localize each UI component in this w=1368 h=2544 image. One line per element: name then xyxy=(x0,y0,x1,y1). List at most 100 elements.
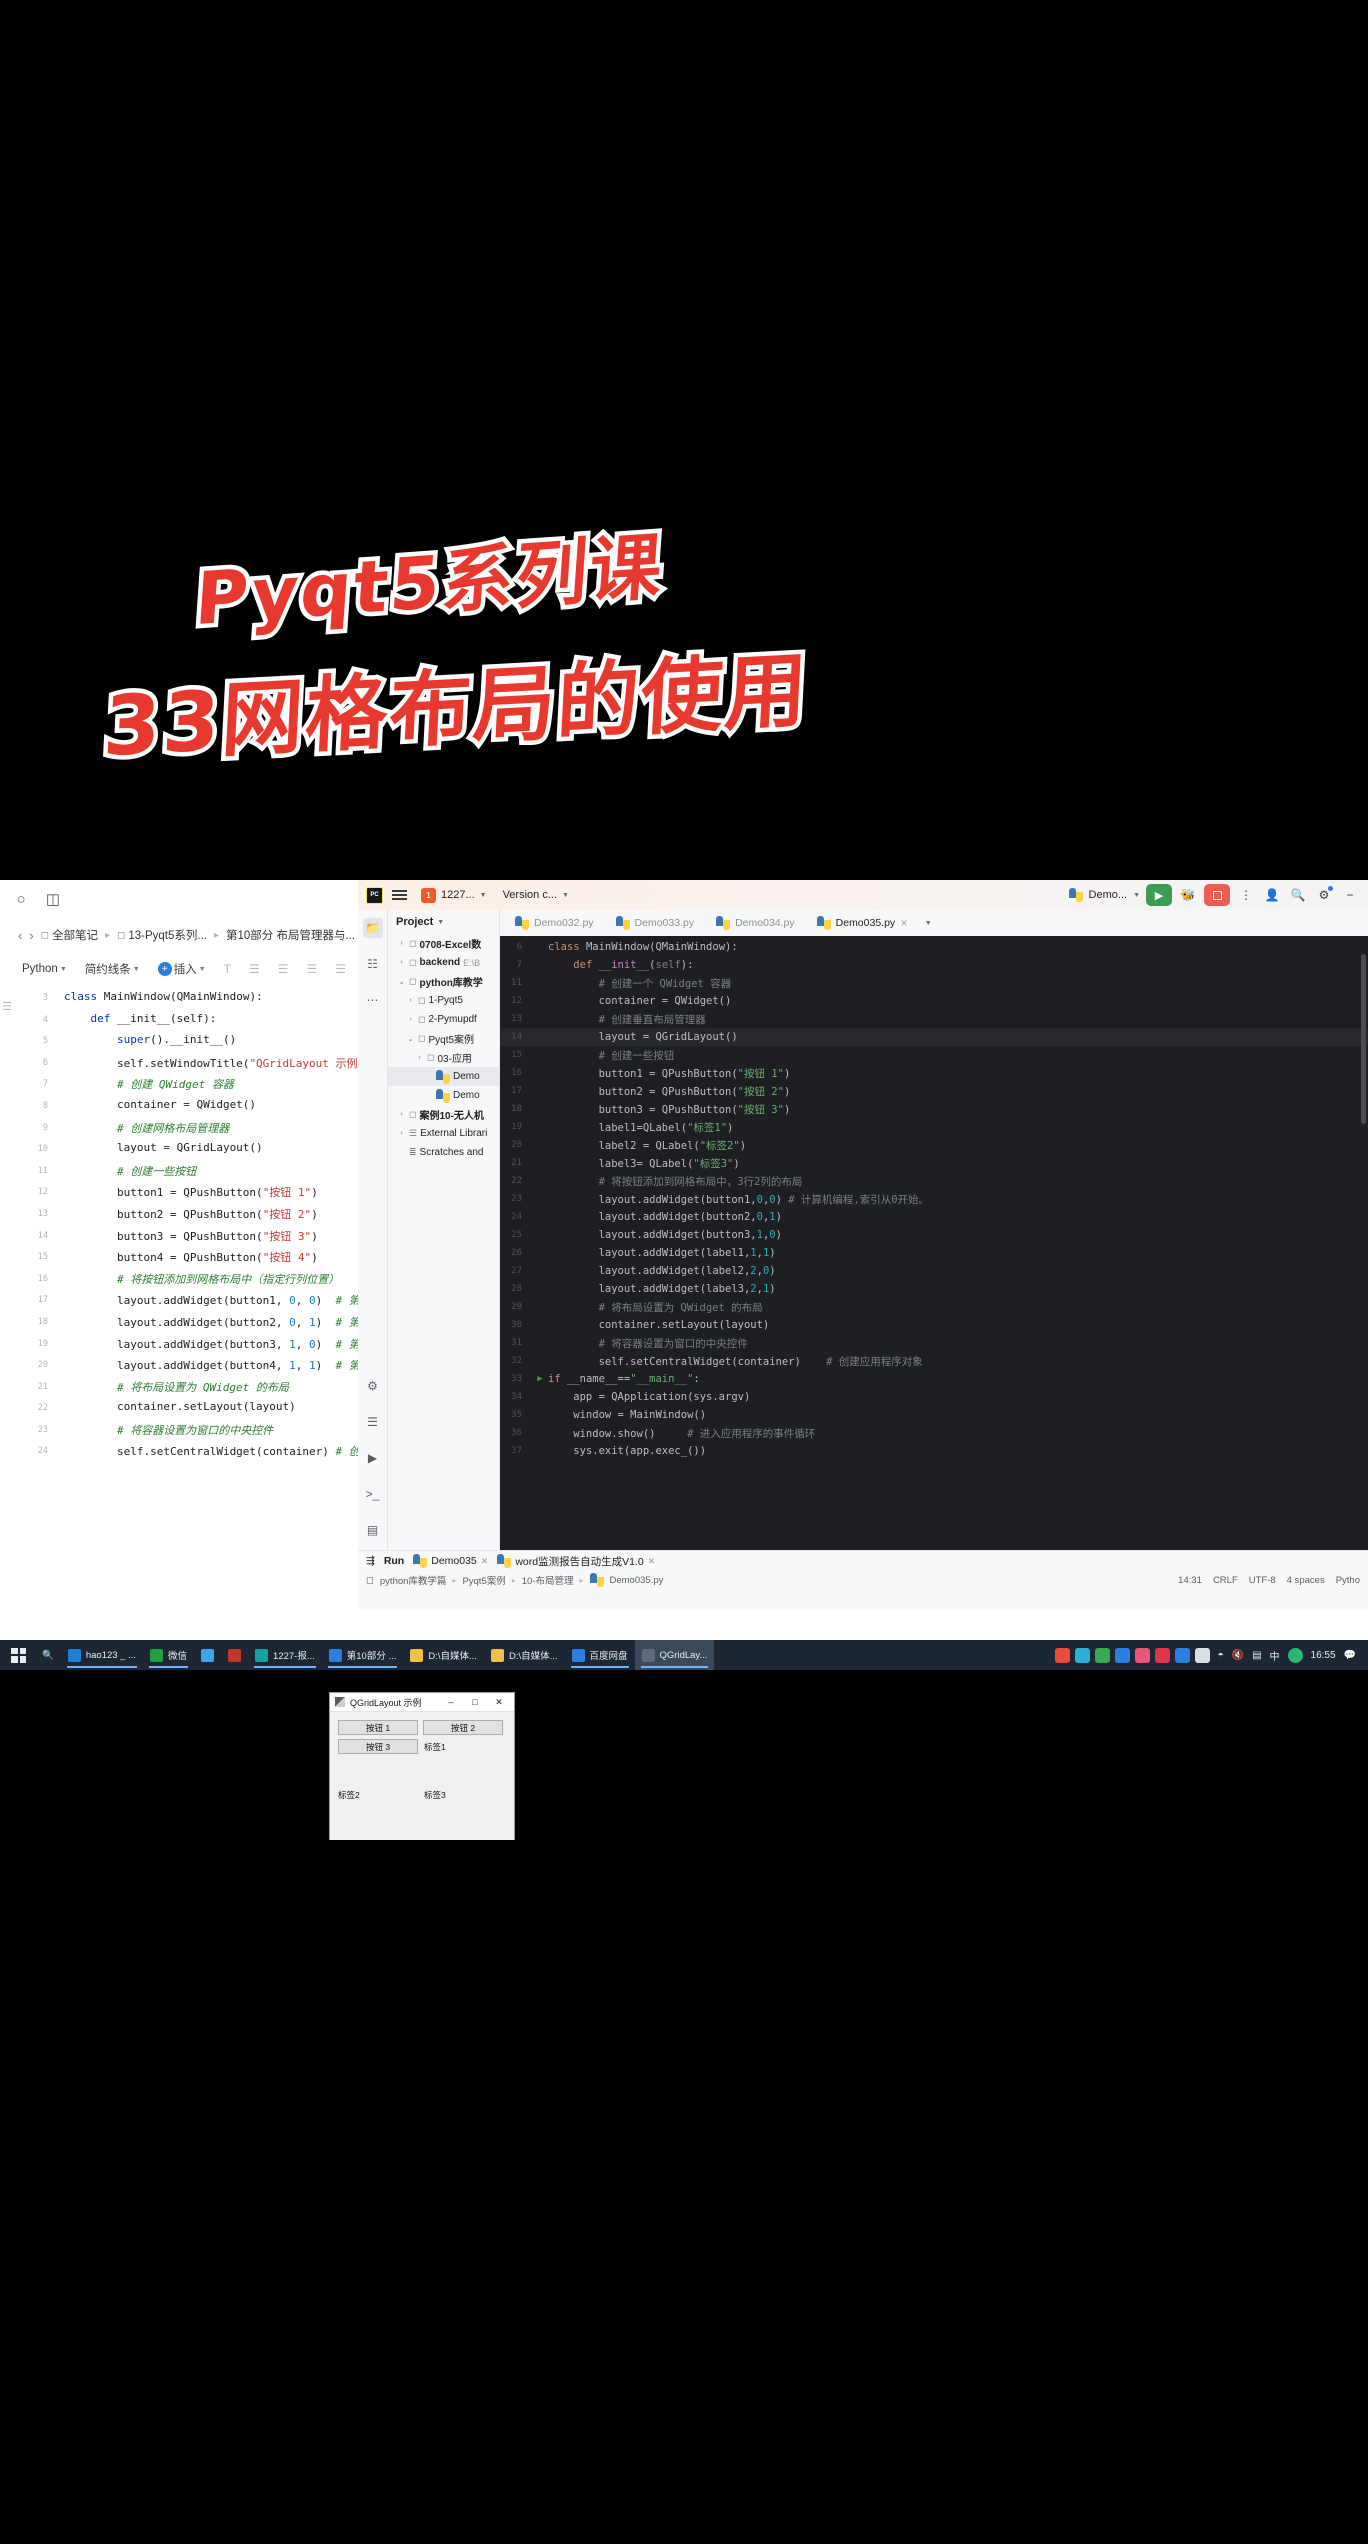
tree-item[interactable]: ⌄ ◻ python库教学 xyxy=(388,972,499,991)
start-button-icon[interactable] xyxy=(11,1647,26,1663)
expand-arrow-icon[interactable]: › xyxy=(415,1054,424,1061)
close-icon[interactable]: ✕ xyxy=(481,1556,489,1567)
status-crumb-1[interactable]: Pyqt5案例 xyxy=(462,1573,505,1587)
main-menu-icon[interactable] xyxy=(392,890,407,900)
sync-icon[interactable]: ○ xyxy=(10,888,32,910)
editor-tab-Demo032[interactable]: Demo032.py xyxy=(504,910,605,936)
file-encoding[interactable]: UTF-8 xyxy=(1249,1575,1276,1586)
wifi-icon[interactable]: ◓ xyxy=(1218,1650,1224,1661)
run-gutter-icon[interactable]: ▶ xyxy=(532,1374,548,1384)
taskbar-item[interactable] xyxy=(221,1640,248,1670)
tree-item[interactable]: › ◻ 2-Pymupdf xyxy=(388,1010,499,1029)
align-left-icon[interactable]: ☰ xyxy=(249,962,260,976)
database-icon[interactable]: ☰ xyxy=(363,1412,383,1432)
tray-app-icon[interactable] xyxy=(1194,1647,1210,1663)
interpreter-setting[interactable]: Pytho xyxy=(1336,1575,1360,1586)
expand-arrow-icon[interactable]: › xyxy=(397,1130,406,1137)
editor-tab-Demo033[interactable]: Demo033.py xyxy=(605,910,706,936)
expand-arrow-icon[interactable]: ⌄ xyxy=(397,978,406,986)
debug-icon[interactable]: 🐝 xyxy=(1178,885,1198,905)
align-justify-icon[interactable]: ☰ xyxy=(335,962,346,976)
taskbar-item[interactable] xyxy=(194,1640,221,1670)
tree-item[interactable]: › ◻ 0708-Excel数 xyxy=(388,934,499,953)
editor-scrollbar[interactable] xyxy=(1359,936,1367,1550)
note-left-rail[interactable]: ☰ xyxy=(0,1000,14,1013)
tree-item[interactable]: Demo xyxy=(388,1086,499,1105)
taskbar-item[interactable]: 1227-报... xyxy=(248,1640,322,1670)
expand-arrow-icon[interactable]: › xyxy=(406,1016,415,1023)
volume-mute-icon[interactable]: 🔇 xyxy=(1232,1650,1244,1661)
editor-tab-Demo035[interactable]: Demo035.py ✕ xyxy=(805,910,919,936)
tree-item[interactable]: › ◻ 案例10-无人机 xyxy=(388,1105,499,1124)
demo-button-2[interactable]: 按钮 2 xyxy=(423,1720,503,1735)
taskbar-item[interactable]: 第10部分 ... xyxy=(322,1640,404,1670)
project-selector[interactable]: 1 1227... ▼ xyxy=(421,887,487,903)
status-crumb-3[interactable]: Demo035.py xyxy=(610,1575,664,1586)
settings-icon[interactable]: ⚙ xyxy=(1314,885,1334,905)
battery-icon[interactable]: ▤ xyxy=(1252,1650,1261,1661)
nav-forward-button[interactable]: › xyxy=(29,928,33,943)
close-icon[interactable]: ✕ xyxy=(900,918,908,929)
run-tool-icon[interactable]: ▶ xyxy=(363,1448,383,1468)
breadcrumb-item-2[interactable]: 第10部分 布局管理器与... xyxy=(226,927,355,943)
search-icon[interactable]: 🔍 xyxy=(35,1640,61,1670)
language-dropdown[interactable]: Python ▼ xyxy=(22,963,67,975)
commit-tool-icon[interactable]: ☷ xyxy=(363,954,383,974)
add-user-icon[interactable]: 👤 xyxy=(1262,885,1282,905)
search-icon[interactable]: 🔍 xyxy=(1288,885,1308,905)
taskbar-item[interactable]: hao123 _ ... xyxy=(61,1640,143,1670)
align-center-icon[interactable]: ☰ xyxy=(278,962,289,976)
text-format-icon[interactable]: T xyxy=(224,962,231,976)
style-dropdown[interactable]: 简约线条 ▼ xyxy=(85,961,140,977)
notification-icon[interactable]: 💬 xyxy=(1344,1650,1356,1661)
stop-icon[interactable] xyxy=(1204,884,1230,906)
tray-app-icon[interactable] xyxy=(1134,1647,1150,1663)
structure-tool-icon[interactable]: ▤ xyxy=(363,1520,383,1540)
close-icon[interactable]: ✕ xyxy=(648,1556,656,1567)
tray-app-icon[interactable] xyxy=(1054,1647,1070,1663)
tray-app-icon[interactable] xyxy=(1094,1647,1110,1663)
editor-code-area[interactable]: 6 class MainWindow(QMainWindow): 7 def __i… xyxy=(500,936,1368,1550)
insert-button[interactable]: + 插入 ▼ xyxy=(157,961,206,977)
tree-item[interactable]: › ◻ backend E:\B xyxy=(388,953,499,972)
run-tab-0[interactable]: Demo035 ✕ xyxy=(413,1554,488,1568)
indent-setting[interactable]: 4 spaces xyxy=(1287,1575,1325,1586)
tray-app-icon[interactable] xyxy=(1114,1647,1130,1663)
tree-item[interactable]: ⌄ ◻ Pyqt5案例 xyxy=(388,1029,499,1048)
align-right-icon[interactable]: ☰ xyxy=(307,962,318,976)
vcs-branch-icon[interactable]: ⇶ xyxy=(366,1555,375,1567)
more-tools-icon[interactable]: ⋯ xyxy=(363,990,383,1010)
caret-position[interactable]: 14:31 xyxy=(1178,1575,1202,1586)
python-console-icon[interactable]: ⚙ xyxy=(363,1376,383,1396)
taskbar-item[interactable]: QGridLay... xyxy=(634,1640,715,1670)
chevron-down-icon[interactable]: ▼ xyxy=(925,920,932,927)
editor-tab-Demo034[interactable]: Demo034.py xyxy=(705,910,806,936)
run-configuration-selector[interactable]: Demo... xyxy=(1089,889,1128,901)
terminal-icon[interactable]: >_ xyxy=(363,1484,383,1504)
expand-arrow-icon[interactable]: › xyxy=(397,940,406,947)
expand-arrow-icon[interactable]: › xyxy=(397,959,406,966)
taskbar-item[interactable]: D:\自媒体... xyxy=(484,1640,565,1670)
taskbar-item[interactable]: 微信 xyxy=(143,1640,194,1670)
taskbar-item[interactable]: 百度网盘 xyxy=(565,1640,635,1670)
sidebar-toggle-icon[interactable]: ◫ xyxy=(42,888,64,910)
tree-item[interactable]: › ◻ 03-应用 xyxy=(388,1048,499,1067)
pinyin-icon[interactable] xyxy=(1287,1647,1303,1663)
breadcrumb-item-0[interactable]: ◻ 全部笔记 xyxy=(41,927,98,943)
run-tab-1[interactable]: word监测报告自动生成V1.0 ✕ xyxy=(497,1554,655,1569)
tree-item[interactable]: ≣ Scratches and xyxy=(388,1143,499,1162)
ime-icon[interactable]: 中 xyxy=(1270,1648,1280,1663)
tree-item[interactable]: Demo xyxy=(388,1067,499,1086)
project-tree[interactable]: › ◻ 0708-Excel数 › ◻ backend E:\B ⌄ ◻ python库教学 › ◻ 1… xyxy=(388,934,499,1162)
minimize-button[interactable]: – xyxy=(439,1693,463,1711)
tree-item[interactable]: › ☰ External Librari xyxy=(388,1124,499,1143)
breadcrumb-item-1[interactable]: ◻ 13-Pyqt5系列... xyxy=(117,927,207,943)
more-icon[interactable]: ⋮ xyxy=(1236,885,1256,905)
minimize-icon[interactable]: − xyxy=(1340,885,1360,905)
status-crumb-0[interactable]: python库教学篇 xyxy=(380,1573,447,1587)
close-button[interactable]: ✕ xyxy=(487,1693,511,1711)
status-crumb-2[interactable]: 10-布局管理 xyxy=(522,1573,574,1587)
run-icon[interactable]: ▶ xyxy=(1146,884,1172,906)
expand-arrow-icon[interactable]: › xyxy=(406,997,415,1004)
taskbar-clock[interactable]: 16:55 xyxy=(1311,1650,1336,1661)
